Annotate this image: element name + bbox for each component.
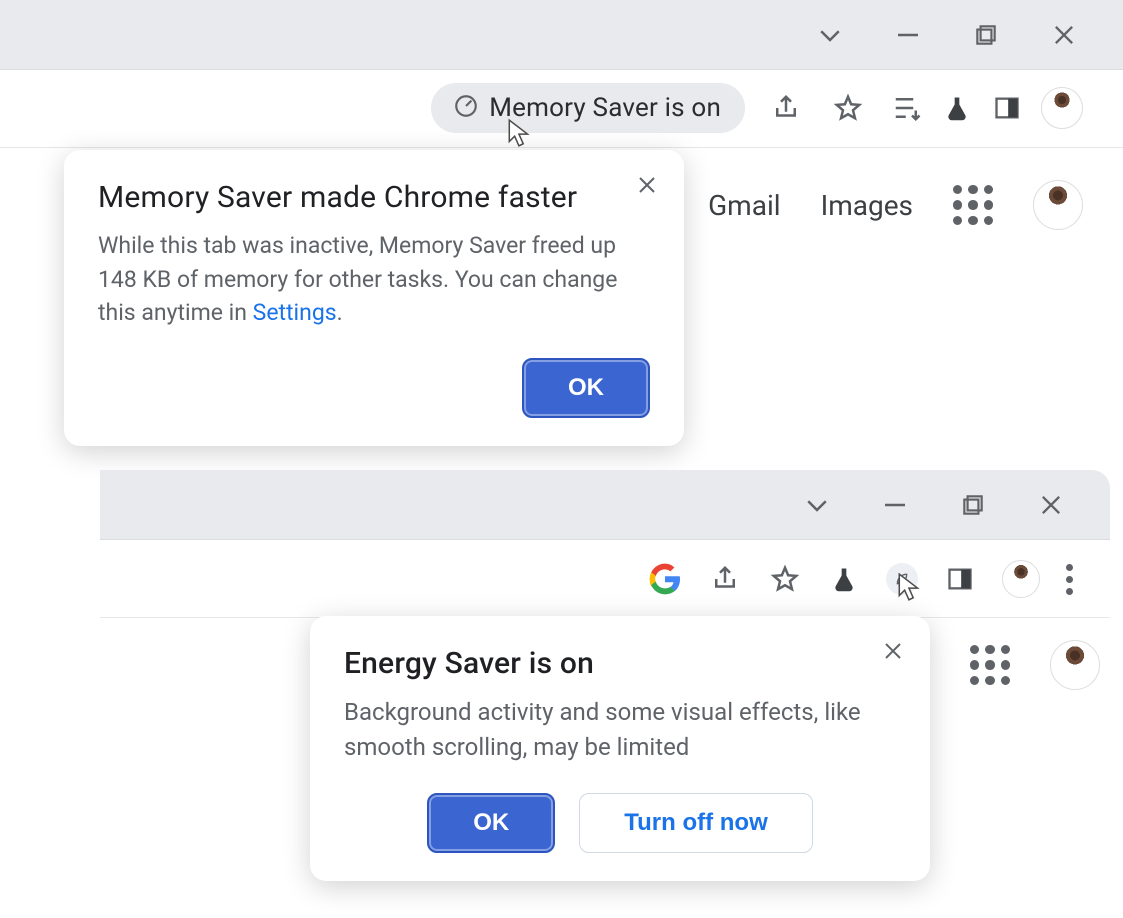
popup-title: Memory Saver made Chrome faster xyxy=(98,180,650,215)
star-icon[interactable] xyxy=(768,562,802,596)
profile-avatar[interactable] xyxy=(1002,560,1040,598)
address-bar-row xyxy=(100,540,1110,618)
side-panel-icon[interactable] xyxy=(991,92,1023,124)
ok-button[interactable]: OK xyxy=(522,358,650,418)
window-1: Memory Saver is on xyxy=(0,0,1123,148)
popup-body: While this tab was inactive, Memory Save… xyxy=(98,229,650,330)
page-profile-avatar[interactable] xyxy=(1050,640,1100,690)
reading-list-icon[interactable] xyxy=(891,92,923,124)
memory-saver-chip-label: Memory Saver is on xyxy=(489,93,721,123)
turn-off-now-button[interactable]: Turn off now xyxy=(579,793,813,853)
energy-saver-leaf-icon[interactable] xyxy=(886,563,918,595)
window-controls xyxy=(794,470,1110,540)
labs-icon[interactable] xyxy=(828,563,860,595)
minimize-button[interactable] xyxy=(885,12,931,58)
settings-link[interactable]: Settings xyxy=(253,299,337,326)
minimize-button[interactable] xyxy=(872,482,918,528)
maximize-button[interactable] xyxy=(950,482,996,528)
popup-body: Background activity and some visual effe… xyxy=(344,695,896,765)
apps-grid-icon[interactable] xyxy=(953,185,993,225)
popup-actions: OK Turn off now xyxy=(344,793,896,853)
kebab-menu-icon[interactable] xyxy=(1066,564,1074,595)
labs-icon[interactable] xyxy=(941,92,973,124)
window-2 xyxy=(100,470,1110,618)
share-icon[interactable] xyxy=(769,91,803,125)
apps-grid-icon[interactable] xyxy=(970,645,1010,685)
memory-saver-popup: Memory Saver made Chrome faster While th… xyxy=(64,150,684,446)
popup-body-post: . xyxy=(337,299,343,326)
memory-saver-chip[interactable]: Memory Saver is on xyxy=(431,83,745,133)
popup-title: Energy Saver is on xyxy=(344,646,896,681)
close-icon[interactable] xyxy=(630,168,664,202)
google-logo-icon[interactable] xyxy=(648,562,682,596)
close-window-button[interactable] xyxy=(1028,482,1074,528)
popup-actions: OK xyxy=(98,358,650,418)
maximize-button[interactable] xyxy=(963,12,1009,58)
speedometer-icon xyxy=(453,93,479,123)
google-page-nav: Gmail Images xyxy=(708,180,1083,230)
address-bar-row: Memory Saver is on xyxy=(0,70,1123,148)
ok-button[interactable]: OK xyxy=(427,793,555,853)
window-controls xyxy=(807,0,1123,70)
chevron-down-icon[interactable] xyxy=(807,12,853,58)
images-link[interactable]: Images xyxy=(821,189,913,222)
close-icon[interactable] xyxy=(876,634,910,668)
gmail-link[interactable]: Gmail xyxy=(708,189,780,222)
side-panel-icon[interactable] xyxy=(944,563,976,595)
popup-body-text: While this tab was inactive, Memory Save… xyxy=(98,232,617,326)
profile-avatar[interactable] xyxy=(1041,87,1083,129)
chevron-down-icon[interactable] xyxy=(794,482,840,528)
share-icon[interactable] xyxy=(708,562,742,596)
tab-strip xyxy=(100,470,1110,540)
star-icon[interactable] xyxy=(831,91,865,125)
tab-strip xyxy=(0,0,1123,70)
energy-saver-popup: Energy Saver is on Background activity a… xyxy=(310,616,930,881)
page-profile-avatar[interactable] xyxy=(1033,180,1083,230)
close-window-button[interactable] xyxy=(1041,12,1087,58)
